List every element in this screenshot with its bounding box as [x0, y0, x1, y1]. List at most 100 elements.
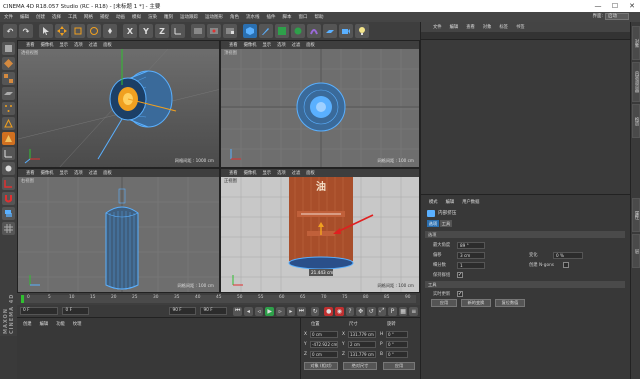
mat-menu-texture[interactable]: 纹理	[73, 321, 82, 327]
vp-menu-cameras[interactable]: 摄像机	[244, 42, 257, 48]
vp-menu-view[interactable]: 查看	[26, 42, 35, 48]
position-key-icon[interactable]: ✥	[356, 306, 365, 316]
prev-frame-icon[interactable]: ◃	[254, 306, 264, 316]
next-key-icon[interactable]: ▸	[286, 306, 296, 316]
obj-menu-objects[interactable]: 对象	[483, 24, 492, 30]
max-angle-field[interactable]: 89 °	[457, 241, 485, 249]
size-mode-select[interactable]: 绝对尺寸	[343, 362, 377, 370]
end-frame-field[interactable]: 90 F	[169, 307, 197, 315]
obj-menu-edit[interactable]: 编辑	[450, 24, 459, 30]
vp-menu-cameras[interactable]: 摄像机	[41, 170, 54, 176]
floor-icon[interactable]	[323, 24, 337, 38]
position-x-field[interactable]: 0 cm	[310, 330, 338, 338]
menu-simulate[interactable]: 模拟	[132, 14, 141, 20]
obj-menu-file[interactable]: 文件	[433, 24, 442, 30]
current-frame-field[interactable]: 0 F	[62, 307, 90, 315]
preview-end-field[interactable]: 90 F	[200, 307, 228, 315]
magnet-icon[interactable]	[2, 192, 15, 205]
menu-window[interactable]: 窗口	[299, 14, 308, 20]
scale-icon[interactable]	[71, 24, 85, 38]
x-axis-button[interactable]: X	[123, 24, 137, 38]
menu-script[interactable]: 脚本	[283, 14, 292, 20]
size-y-field[interactable]: 2 cm	[348, 340, 376, 348]
rotation-key-icon[interactable]: ↺	[366, 306, 376, 316]
offset-field[interactable]: 3 cm	[457, 251, 485, 259]
vp-menu-panel[interactable]: 面板	[103, 170, 112, 176]
attr-menu-mode[interactable]: 模式	[429, 199, 438, 205]
edges-mode-icon[interactable]	[2, 117, 15, 130]
coordinate-system-icon[interactable]	[171, 24, 185, 38]
menu-mesh[interactable]: 网格	[84, 14, 93, 20]
coord-mode-select[interactable]: 对象 (相对)	[304, 362, 338, 370]
y-axis-button[interactable]: Y	[139, 24, 153, 38]
vp-menu-view[interactable]: 查看	[26, 170, 35, 176]
tab-tool[interactable]: 工具	[440, 220, 452, 227]
attr-menu-edit[interactable]: 编辑	[446, 199, 455, 205]
record-icon[interactable]: ●	[324, 306, 334, 316]
render-picture-viewer-icon[interactable]	[207, 24, 221, 38]
menu-plugins[interactable]: 插件	[267, 14, 276, 20]
goto-start-icon[interactable]: ⏮	[233, 306, 243, 316]
vp-menu-view[interactable]: 查看	[229, 170, 238, 176]
mat-menu-function[interactable]: 功能	[56, 321, 65, 327]
ngons-checkbox[interactable]	[563, 262, 569, 268]
position-y-field[interactable]: -472.922 cm	[310, 340, 338, 348]
undo-button[interactable]: ↶	[3, 24, 17, 38]
pla-key-icon[interactable]: ▦	[398, 306, 408, 316]
goto-end-icon[interactable]: ⏭	[297, 306, 306, 316]
render-view-icon[interactable]	[191, 24, 205, 38]
rotate-icon[interactable]	[87, 24, 101, 38]
model-mode-icon[interactable]	[2, 57, 15, 70]
vp-menu-options[interactable]: 选项	[277, 42, 286, 48]
pen-icon[interactable]	[259, 24, 273, 38]
vp-menu-filter[interactable]: 过滤	[292, 42, 301, 48]
size-x-field[interactable]: 131.779 cm	[348, 330, 376, 338]
maximize-button[interactable]: ☐	[607, 0, 623, 12]
polygons-mode-icon[interactable]	[2, 132, 15, 145]
loop-icon[interactable]: ↻	[310, 306, 320, 316]
menu-animate[interactable]: 动画	[116, 14, 125, 20]
vp-menu-panel[interactable]: 面板	[306, 170, 315, 176]
subdivisions-field[interactable]: 1	[457, 261, 485, 269]
vp-menu-options[interactable]: 选项	[74, 42, 83, 48]
viewport-front[interactable]: 油 21.443 cm 查看 摄像机 显示 选项 过滤 面板 正视图 网格间距 …	[220, 168, 420, 293]
obj-menu-view[interactable]: 查看	[466, 24, 475, 30]
layer-icon[interactable]	[2, 207, 15, 220]
menu-edit[interactable]: 编辑	[20, 14, 29, 20]
mat-menu-create[interactable]: 创建	[23, 321, 32, 327]
viewport-right[interactable]: 查看 摄像机 显示 选项 过滤 面板 右视图 网格间距 : 100 cm	[17, 168, 220, 293]
menu-mograph[interactable]: 运动图形	[205, 14, 223, 20]
vp-menu-display[interactable]: 显示	[59, 170, 68, 176]
menu-file[interactable]: 文件	[4, 14, 13, 20]
render-settings-icon[interactable]	[223, 24, 237, 38]
realtime-checkbox[interactable]: ✓	[457, 291, 463, 297]
tab-content-browser[interactable]: 内容浏览器	[632, 62, 640, 102]
texture-mode-icon[interactable]	[2, 72, 15, 85]
rotation-b-field[interactable]: 0 °	[386, 350, 408, 358]
z-axis-button[interactable]: Z	[155, 24, 169, 38]
menu-pipeline[interactable]: 流水线	[246, 14, 260, 20]
menu-sculpt[interactable]: 雕刻	[164, 14, 173, 20]
play-icon[interactable]: ▶	[265, 306, 274, 316]
vp-menu-display[interactable]: 显示	[59, 42, 68, 48]
timeline-ruler[interactable]: 0 5 10 15 20 25 30 35 40 45 50 55 60 65 …	[21, 295, 416, 303]
camera-icon[interactable]	[339, 24, 353, 38]
workplane-icon[interactable]	[2, 87, 15, 100]
prev-key-icon[interactable]: ◂	[244, 306, 253, 316]
enable-axis-icon[interactable]	[2, 147, 15, 160]
recent-tools-icon[interactable]	[103, 24, 117, 38]
vp-menu-filter[interactable]: 过滤	[89, 42, 98, 48]
menu-help[interactable]: 帮助	[315, 14, 324, 20]
vp-menu-view[interactable]: 查看	[229, 42, 238, 48]
vp-menu-display[interactable]: 显示	[262, 42, 271, 48]
minimize-button[interactable]: —	[590, 0, 606, 12]
menu-character[interactable]: 角色	[230, 14, 239, 20]
position-z-field[interactable]: 0 cm	[310, 350, 338, 358]
grid-icon[interactable]	[2, 222, 15, 235]
vp-menu-cameras[interactable]: 摄像机	[244, 170, 257, 176]
rotation-p-field[interactable]: 0 °	[386, 340, 408, 348]
attr-menu-userdata[interactable]: 用户数据	[462, 199, 479, 205]
light-icon[interactable]	[355, 24, 369, 38]
keyframe-selection-icon[interactable]: ?	[345, 306, 355, 316]
new-transform-button[interactable]: 新的变换	[461, 299, 491, 307]
